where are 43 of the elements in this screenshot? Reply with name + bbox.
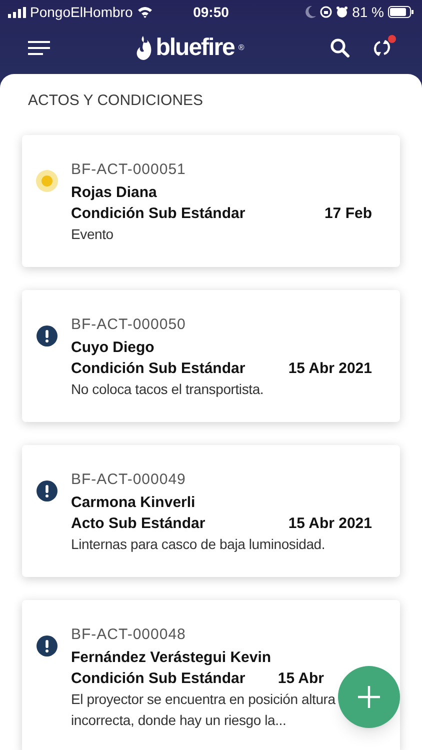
person-name: Rojas Diana [71, 182, 158, 202]
record-code: BF-ACT-000051 [71, 160, 187, 180]
lock-rotation-icon [320, 6, 332, 18]
flame-icon [136, 36, 152, 60]
wifi-icon [136, 6, 153, 18]
person-name: Fernández Verástegui Kevin [71, 648, 272, 668]
record-date: 15 Abr 2021 [288, 514, 372, 534]
record-code: BF-ACT-000050 [71, 314, 187, 334]
person-name: Cuyo Diego [71, 338, 156, 358]
menu-button[interactable] [28, 38, 50, 58]
record-card[interactable]: BF-ACT-000051 Rojas Diana Condición Sub Estándar 17 Feb Evento [22, 134, 400, 266]
record-description: El proyector se encuentra en posición altura incorrecta, donde hay un riesgo la... [71, 690, 336, 730]
section-title: ACTOS Y CONDICIONES [27, 91, 204, 111]
record-code: BF-ACT-000049 [71, 470, 187, 490]
record-description: No coloca tacos el transportista. [71, 380, 265, 399]
record-type: Condición Sub Estándar [71, 204, 246, 224]
record-code: BF-ACT-000048 [71, 624, 187, 644]
person-name: Carmona Kinverli [71, 492, 196, 512]
carrier-name: PongoElHombro [30, 2, 133, 22]
menu-icon [28, 41, 50, 55]
sync-button[interactable] [372, 37, 394, 59]
record-card[interactable]: BF-ACT-000050 Cuyo Diego Condición Sub Estándar 15 Abr 2021 No coloca tacos el transportista. [22, 290, 400, 422]
record-description: Evento [71, 224, 114, 244]
registered-mark: ® [238, 42, 244, 54]
record-type: Condición Sub Estándar [71, 358, 246, 378]
record-type: Condición Sub Estándar [71, 668, 246, 688]
battery-icon [388, 6, 414, 18]
sync-icon [372, 38, 392, 58]
record-card[interactable]: BF-ACT-000048 Fernández Verástegui Kevin Condición Sub Estándar 15 Abr El proyector se encuentra en posición altura incorrecta, donde hay un riesgo la... [22, 600, 400, 750]
search-button[interactable] [330, 37, 352, 59]
search-icon [330, 38, 350, 58]
record-date: 17 Feb [324, 204, 372, 224]
moon-icon [305, 6, 316, 18]
record-type: Acto Sub Estándar [71, 514, 206, 534]
plus-icon [357, 685, 381, 709]
record-description: Linternas para casco de baja luminosidad. [71, 534, 326, 554]
signal-icon [8, 6, 26, 18]
app-logo: bluefire [156, 33, 234, 63]
record-card[interactable]: BF-ACT-000049 Carmona Kinverli Acto Sub Estándar 15 Abr 2021 Linternas para casco de baja luminosidad. [22, 444, 400, 576]
record-date: 15 Abr [278, 668, 324, 688]
clock-time: 09:50 [193, 4, 229, 20]
battery-percent: 81 % [352, 2, 384, 22]
record-date: 15 Abr 2021 [288, 358, 372, 378]
